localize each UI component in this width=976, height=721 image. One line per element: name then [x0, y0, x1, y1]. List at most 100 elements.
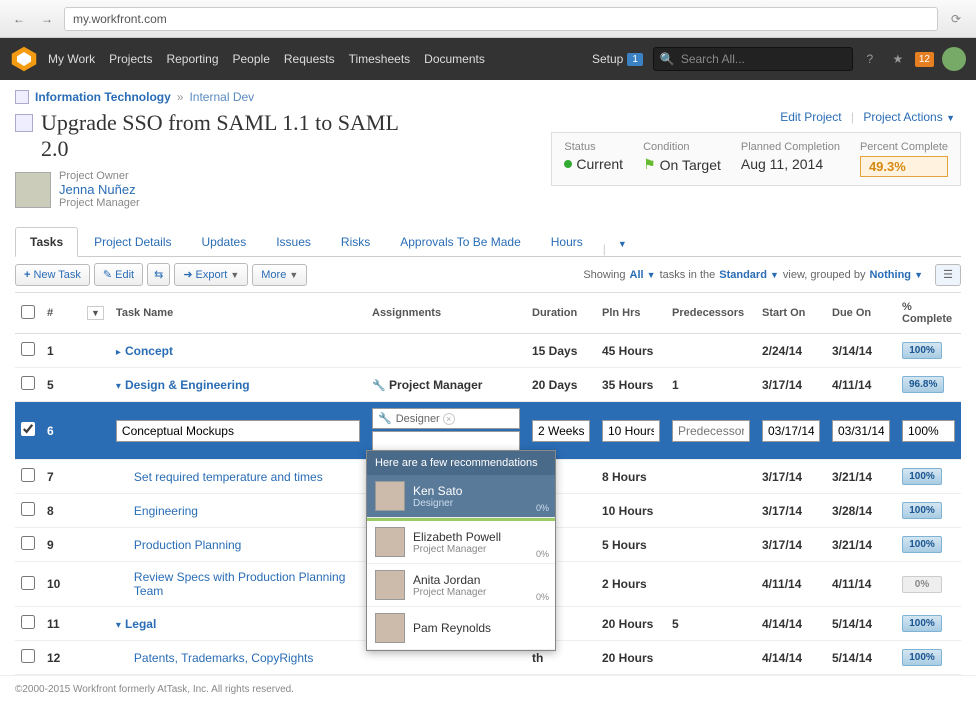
tab-hours[interactable]: Hours: [537, 228, 597, 256]
row-num: 1: [41, 334, 81, 368]
edit-button[interactable]: ✎Edit: [94, 263, 143, 286]
tab-details[interactable]: Project Details: [80, 228, 185, 256]
col-dur[interactable]: Duration: [526, 293, 596, 334]
notification-badge[interactable]: 12: [915, 52, 934, 67]
col-due[interactable]: Due On: [826, 293, 896, 334]
favorites-icon[interactable]: ★: [887, 48, 909, 70]
breadcrumb-root[interactable]: Information Technology: [35, 90, 171, 104]
start-date-input[interactable]: [762, 420, 820, 442]
dropdown-item[interactable]: Ken SatoDesigner 0%: [367, 475, 555, 518]
row-checkbox[interactable]: [21, 342, 35, 356]
col-name[interactable]: Task Name: [110, 293, 366, 334]
owner-name[interactable]: Jenna Nuñez: [59, 182, 140, 197]
pct-input[interactable]: [902, 420, 955, 442]
help-icon[interactable]: ?: [859, 48, 881, 70]
col-pred[interactable]: Predecessors: [666, 293, 756, 334]
more-button[interactable]: More▼: [252, 264, 307, 286]
url-bar[interactable]: my.workfront.com: [64, 7, 938, 31]
task-row[interactable]: 5 ▾ Design & Engineering 🔧 Project Manage…: [15, 368, 961, 402]
select-all-checkbox[interactable]: [21, 305, 35, 319]
predecessors-input[interactable]: [672, 420, 750, 442]
col-num[interactable]: #: [41, 293, 81, 334]
global-search[interactable]: 🔍 Search All...: [653, 47, 853, 71]
nav-projects[interactable]: Projects: [109, 52, 152, 66]
due-date-input[interactable]: [832, 420, 890, 442]
export-button[interactable]: ➜Export▼: [174, 263, 248, 286]
task-row[interactable]: 6 🔧 Designer× Here are a few recommendat…: [15, 402, 961, 460]
edit-project-link[interactable]: Edit Project: [780, 110, 841, 124]
expand-caret-icon[interactable]: ▸: [116, 347, 121, 358]
nav-my-work[interactable]: My Work: [48, 52, 95, 66]
task-link[interactable]: Review Specs with Production Planning Te…: [134, 570, 360, 598]
start-cell: 4/14/14: [756, 641, 826, 675]
setup-link[interactable]: Setup 1: [592, 52, 643, 66]
dropdown-item[interactable]: Pam Reynolds: [367, 607, 555, 650]
owner-label: Project Owner: [59, 170, 140, 182]
assignment-cell: 🔧 Project Manager: [366, 368, 526, 402]
task-link[interactable]: Concept: [125, 344, 173, 358]
filter-all[interactable]: All ▼: [630, 269, 656, 281]
row-checkbox[interactable]: [21, 468, 35, 482]
task-link[interactable]: Production Planning: [134, 538, 241, 552]
tab-risks[interactable]: Risks: [327, 228, 384, 256]
task-row[interactable]: 1 ▸Concept 15 Days 45 Hours 2/24/14 3/14…: [15, 334, 961, 368]
row-num: 9: [41, 528, 81, 562]
col-hrs[interactable]: Pln Hrs: [596, 293, 666, 334]
tab-more[interactable]: ▼: [612, 232, 633, 256]
row-checkbox[interactable]: [21, 422, 35, 436]
col-start[interactable]: Start On: [756, 293, 826, 334]
task-link[interactable]: Engineering: [134, 504, 198, 518]
back-button[interactable]: ←: [8, 8, 30, 30]
task-link[interactable]: Patents, Trademarks, CopyRights: [134, 651, 313, 665]
nav-reporting[interactable]: Reporting: [166, 52, 218, 66]
project-actions-menu[interactable]: Project Actions ▼: [863, 110, 955, 124]
nav-timesheets[interactable]: Timesheets: [349, 52, 411, 66]
assignment-editor[interactable]: 🔧 Designer×: [372, 408, 520, 429]
remove-assignment-icon[interactable]: ×: [443, 413, 455, 425]
hours-input[interactable]: [602, 420, 660, 442]
nav-documents[interactable]: Documents: [424, 52, 485, 66]
row-checkbox[interactable]: [21, 576, 35, 590]
user-avatar[interactable]: [942, 47, 966, 71]
view-options-button[interactable]: ☰: [935, 264, 961, 286]
nav-requests[interactable]: Requests: [284, 52, 335, 66]
project-icon: [15, 114, 33, 132]
status-dot-icon: [564, 160, 572, 168]
row-num: 5: [41, 368, 81, 402]
row-num: 12: [41, 641, 81, 675]
row-checkbox[interactable]: [21, 502, 35, 516]
duration-input[interactable]: [532, 420, 590, 442]
user-avatar-icon: [375, 527, 405, 557]
col-assign[interactable]: Assignments: [366, 293, 526, 334]
indent-button[interactable]: ⇆: [147, 263, 170, 286]
task-link[interactable]: Legal: [125, 617, 156, 631]
nav-people[interactable]: People: [233, 52, 270, 66]
view-standard[interactable]: Standard ▼: [719, 269, 779, 281]
tab-tasks[interactable]: Tasks: [15, 227, 78, 257]
tab-updates[interactable]: Updates: [188, 228, 261, 256]
new-task-button[interactable]: +New Task: [15, 264, 90, 286]
task-name-input[interactable]: [116, 420, 360, 442]
tab-approvals[interactable]: Approvals To Be Made: [386, 228, 535, 256]
col-pct[interactable]: % Complete: [896, 293, 961, 334]
tab-issues[interactable]: Issues: [262, 228, 325, 256]
dropdown-item[interactable]: Anita JordanProject Manager 0%: [367, 564, 555, 607]
percent-complete-value: 49.3%: [860, 156, 948, 177]
row-checkbox[interactable]: [21, 649, 35, 663]
task-name-cell: Production Planning: [110, 528, 366, 562]
task-link[interactable]: Set required temperature and times: [134, 470, 323, 484]
row-checkbox[interactable]: [21, 615, 35, 629]
col-sort[interactable]: ▼: [81, 293, 110, 334]
task-link[interactable]: Design & Engineering: [125, 378, 250, 392]
dropdown-item[interactable]: Elizabeth PowellProject Manager 0%: [367, 521, 555, 564]
group-nothing[interactable]: Nothing ▼: [869, 269, 923, 281]
hours-cell: 8 Hours: [596, 460, 666, 494]
refresh-button[interactable]: ⟳: [944, 12, 968, 26]
row-checkbox[interactable]: [21, 376, 35, 390]
breadcrumb-sub[interactable]: Internal Dev: [189, 90, 254, 104]
row-checkbox[interactable]: [21, 536, 35, 550]
pct-badge: 100%: [902, 502, 942, 519]
expand-caret-icon[interactable]: ▾: [116, 620, 121, 631]
forward-button[interactable]: →: [36, 8, 58, 30]
expand-caret-icon[interactable]: ▾: [116, 381, 121, 392]
